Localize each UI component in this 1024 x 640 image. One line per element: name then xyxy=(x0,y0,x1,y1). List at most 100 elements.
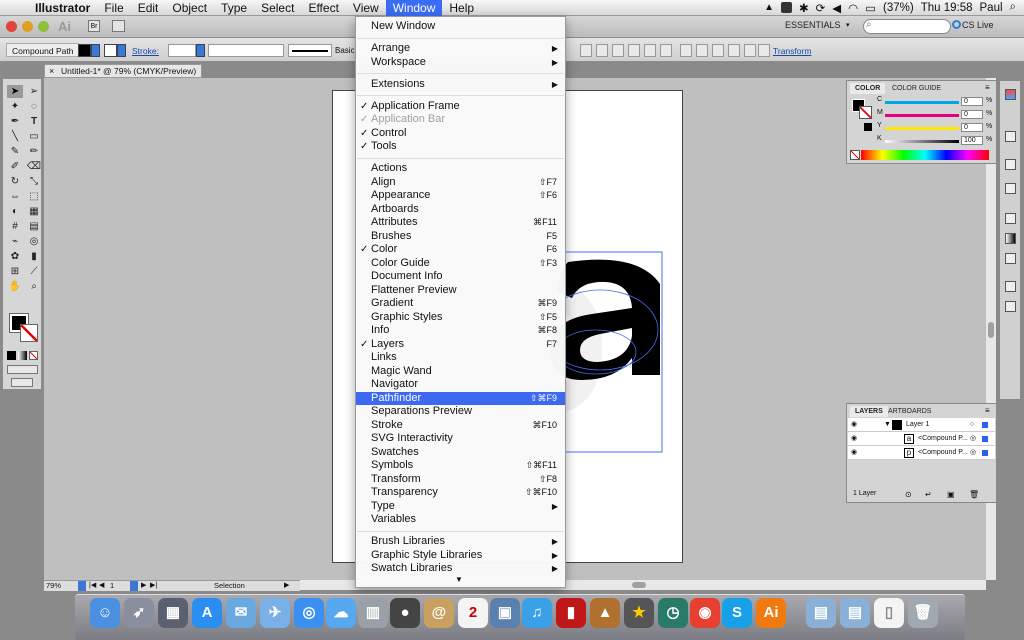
last-artboard-icon[interactable]: ▶| xyxy=(150,581,157,591)
layer-row[interactable]: ◉ ▼ Layer 1 ○ xyxy=(848,418,995,432)
menu-scroll-down-arrow[interactable]: ▼ xyxy=(455,575,463,584)
arrange-documents-icon[interactable] xyxy=(112,20,125,32)
target-icon[interactable]: ○ xyxy=(970,418,974,432)
panel-menu-icon[interactable]: ≡ xyxy=(985,83,990,92)
workspace-switcher[interactable]: ESSENTIALS xyxy=(785,20,841,30)
align-center-icon[interactable] xyxy=(596,44,608,57)
menu-item-actions[interactable]: Actions xyxy=(356,162,565,176)
blend-tool-icon[interactable]: ◎ xyxy=(26,235,42,248)
preview-icon[interactable]: ✈ xyxy=(260,598,290,628)
layer-name[interactable]: Layer 1 xyxy=(906,418,929,432)
new-layer-icon[interactable]: ▣ xyxy=(947,490,955,499)
selection-indicator[interactable] xyxy=(982,450,988,456)
color-mode-button[interactable] xyxy=(7,351,16,360)
sublayer-name[interactable]: <Compound P... xyxy=(918,446,968,460)
black-value[interactable]: 100 xyxy=(961,136,983,145)
stroke-color-box[interactable] xyxy=(20,324,38,342)
none-mode-button[interactable] xyxy=(29,351,38,360)
align-right-icon[interactable] xyxy=(612,44,624,57)
status-menu-arrow-icon[interactable]: ▶ xyxy=(284,581,289,591)
menu-item-appearance[interactable]: Appearance ⇧F6 xyxy=(356,189,565,203)
safari-icon[interactable]: ◎ xyxy=(294,598,324,628)
menu-extra-icon[interactable] xyxy=(780,2,792,13)
menu-file[interactable]: File xyxy=(97,0,130,16)
perspective-grid-tool-icon[interactable]: ▦ xyxy=(26,205,42,218)
menu-item-navigator[interactable]: Navigator xyxy=(356,378,565,392)
artboard-tool-icon[interactable]: ⊞ xyxy=(7,265,23,278)
cyan-slider[interactable] xyxy=(885,101,959,104)
tab-color-guide[interactable]: COLOR GUIDE xyxy=(887,83,946,94)
bluetooth-icon[interactable]: ✱ xyxy=(799,1,809,15)
spotlight-icon[interactable]: ⌕ xyxy=(1010,1,1016,14)
none-swatch[interactable] xyxy=(850,150,860,160)
free-transform-tool-icon[interactable]: ⬚ xyxy=(26,190,42,203)
minimize-window-button[interactable] xyxy=(22,21,33,32)
drawing-mode-icon[interactable] xyxy=(7,365,38,374)
menu-help[interactable]: Help xyxy=(442,0,481,16)
sublayer-name[interactable]: <Compound P... xyxy=(918,432,968,446)
tab-artboards[interactable]: ARTBOARDS xyxy=(883,406,936,417)
menu-select[interactable]: Select xyxy=(254,0,301,16)
menu-edit[interactable]: Edit xyxy=(131,0,166,16)
menu-item-brushes[interactable]: Brushes F5 xyxy=(356,230,565,244)
menu-item-links[interactable]: Links xyxy=(356,351,565,365)
zoom-level[interactable]: 79% xyxy=(46,581,61,591)
menu-item-workspace[interactable]: Workspace ▶ xyxy=(356,56,565,70)
target-icon[interactable]: ◎ xyxy=(970,446,976,460)
menu-view[interactable]: View xyxy=(346,0,386,16)
first-artboard-icon[interactable]: |◀ xyxy=(89,581,96,591)
gradient-panel-icon[interactable] xyxy=(1005,233,1016,244)
menu-item-symbols[interactable]: Symbols ⇧⌘F11 xyxy=(356,459,565,473)
swatches-panel-icon[interactable] xyxy=(1005,131,1016,142)
rectangle-tool-icon[interactable]: ▭ xyxy=(26,130,42,143)
menu-item-extensions[interactable]: Extensions ▶ xyxy=(356,78,565,92)
magenta-slider[interactable] xyxy=(885,114,959,117)
stroke-swatch[interactable] xyxy=(859,106,872,119)
finder-icon[interactable]: ☺ xyxy=(90,598,120,628)
target-icon[interactable]: ◎ xyxy=(970,432,976,446)
calculator-icon[interactable]: ▥ xyxy=(358,598,388,628)
sync-icon[interactable]: ⟳ xyxy=(816,1,826,15)
make-clipping-mask-icon[interactable]: ⊙ xyxy=(905,490,912,499)
distribute-middle-icon[interactable] xyxy=(696,44,708,57)
iphoto-icon[interactable]: ▣ xyxy=(490,598,520,628)
facetime-icon[interactable]: ● xyxy=(390,598,420,628)
menu-item-layers[interactable]: ✓ Layers F7 xyxy=(356,338,565,352)
stroke-weight-field[interactable] xyxy=(168,44,196,57)
sublayer-row[interactable]: ◉ a <Compound P... ◎ xyxy=(848,432,995,446)
menu-item-svg-interactivity[interactable]: SVG Interactivity xyxy=(356,432,565,446)
volume-icon[interactable]: ◀ xyxy=(832,1,841,15)
calendar-icon[interactable]: 2 xyxy=(458,598,488,628)
eyedropper-tool-icon[interactable]: ⌁ xyxy=(7,235,23,248)
slice-tool-icon[interactable]: ⟋ xyxy=(26,265,42,278)
type-tool-icon[interactable]: T xyxy=(26,115,42,128)
chrome-icon[interactable]: ◉ xyxy=(690,598,720,628)
menu-item-application-frame[interactable]: ✓ Application Frame xyxy=(356,100,565,114)
menu-item-color[interactable]: ✓ Color F6 xyxy=(356,243,565,257)
battery-icon[interactable]: ▭ xyxy=(865,1,876,15)
menu-item-stroke[interactable]: Stroke ⌘F10 xyxy=(356,419,565,433)
itunes-icon[interactable]: ♫ xyxy=(522,598,552,628)
symbols-panel-icon[interactable] xyxy=(1005,183,1016,194)
menu-type[interactable]: Type xyxy=(214,0,254,16)
scroll-thumb[interactable] xyxy=(632,582,646,588)
color-spectrum[interactable] xyxy=(861,150,989,160)
paintbrush-tool-icon[interactable]: ✎ xyxy=(7,145,23,158)
blob-brush-tool-icon[interactable]: ✐ xyxy=(7,160,23,173)
width-tool-icon[interactable]: ⇔ xyxy=(7,190,23,203)
line-tool-icon[interactable]: ╲ xyxy=(7,130,23,143)
menu-item-flattener-preview[interactable]: Flattener Preview xyxy=(356,284,565,298)
variable-width-field[interactable] xyxy=(208,44,284,57)
menu-item-artboards[interactable]: Artboards xyxy=(356,203,565,217)
menu-item-document-info[interactable]: Document Info xyxy=(356,270,565,284)
zoom-window-button[interactable] xyxy=(38,21,49,32)
app-store-icon[interactable]: A xyxy=(192,598,222,628)
launchpad-icon[interactable]: ➶ xyxy=(124,598,154,628)
user-name[interactable]: Paul xyxy=(980,2,1003,14)
menu-item-brush-libraries[interactable]: Brush Libraries ▶ xyxy=(356,535,565,549)
document-icon[interactable]: ▯ xyxy=(874,598,904,628)
stroke-dropdown[interactable] xyxy=(117,44,126,57)
mission-control-icon[interactable]: ▦ xyxy=(158,598,188,628)
menu-item-variables[interactable]: Variables xyxy=(356,513,565,527)
rotate-tool-icon[interactable]: ↻ xyxy=(7,175,23,188)
